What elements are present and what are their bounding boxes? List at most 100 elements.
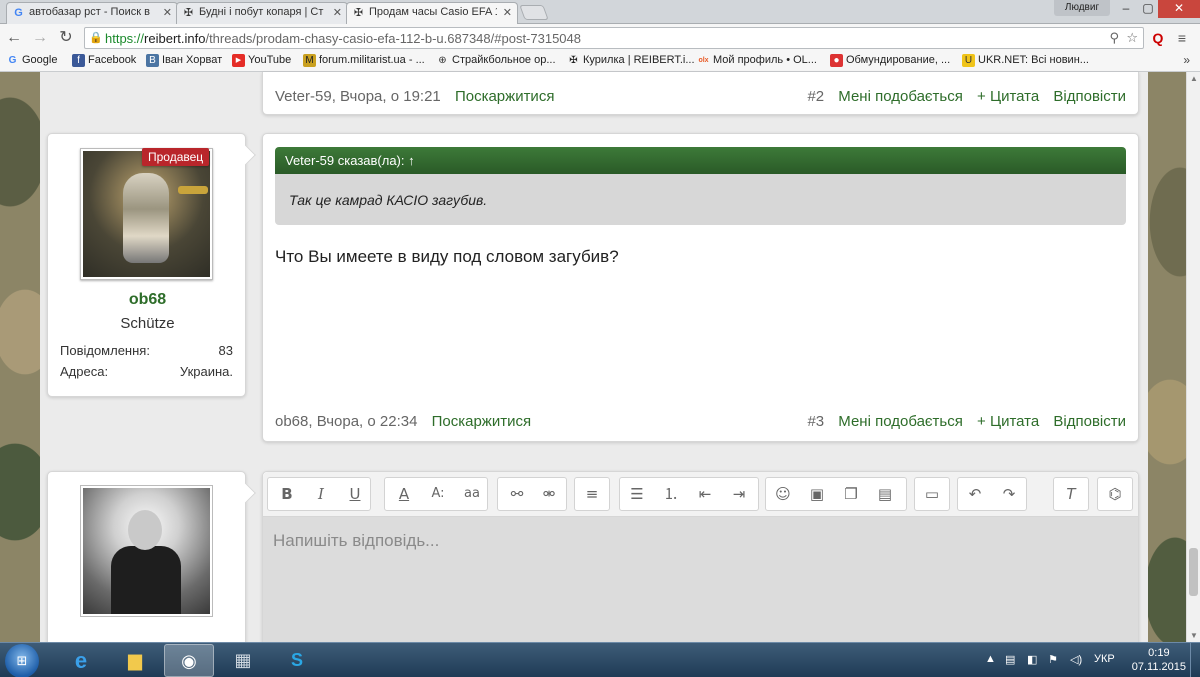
current-user-card <box>47 471 256 651</box>
image-icon[interactable]: ▣ <box>802 478 832 510</box>
reply-link[interactable]: Відповісти <box>1053 88 1126 105</box>
zoom-icon[interactable]: ⚲ <box>1109 30 1119 46</box>
close-icon[interactable]: ✕ <box>163 6 172 19</box>
tab-autobazar[interactable]: G автобазар рст - Поиск в ✕ <box>6 2 178 24</box>
link-icon[interactable]: ⚯ <box>502 478 532 510</box>
username-link[interactable]: ob68 <box>48 291 247 309</box>
report-link[interactable]: Поскаржитися <box>432 413 532 430</box>
bookmark-google[interactable]: G Google <box>6 54 58 66</box>
numbered-list-icon[interactable]: ⒈ <box>656 478 686 510</box>
language-indicator[interactable]: УКР <box>1094 653 1115 665</box>
skype-icon[interactable]: S <box>272 644 322 677</box>
tab-budni[interactable]: ✠ Будні і побут копаря | Ст ✕ <box>176 2 348 24</box>
avatar[interactable] <box>80 485 213 617</box>
bookmark-youtube[interactable]: ▶ YouTube <box>232 54 291 67</box>
calculator-icon[interactable]: ▦ <box>218 644 268 677</box>
flag-icon: ● <box>830 54 843 67</box>
address-bar[interactable]: 🔒 https://reibert.info/threads/prodam-ch… <box>84 27 1144 49</box>
font-size-icon[interactable]: A: <box>423 478 453 510</box>
avatar[interactable] <box>80 148 213 280</box>
post-author-date[interactable]: ob68, Вчора, о 22:34 <box>275 413 417 430</box>
editor-toolbar: B I U A A: aa ⚯ ⚮ ≡ ☰ ⒈ ⇤ ⇥ ☺ ▣ ❐ ▤ ▭ ↶ … <box>263 472 1138 517</box>
scroll-down-icon[interactable]: ▼ <box>1190 631 1198 640</box>
like-link[interactable]: Мені подобається <box>838 88 963 105</box>
quote-link[interactable]: + Цитата <box>977 88 1039 105</box>
start-button[interactable]: ⊞ <box>5 644 39 677</box>
bookmark-olx[interactable]: olx Мой профиль • OL... <box>697 54 817 66</box>
seller-badge: Продавец <box>142 148 210 166</box>
explorer-icon[interactable]: ▆ <box>110 644 160 677</box>
undo-icon[interactable]: ↶ <box>960 478 990 510</box>
like-link[interactable]: Мені подобається <box>838 413 963 430</box>
toggle-bbcode-icon[interactable]: ⌬ <box>1100 478 1130 510</box>
bookmarks-overflow-icon[interactable]: » <box>1183 53 1190 67</box>
post-number[interactable]: #3 <box>807 413 824 430</box>
remove-format-icon[interactable]: T <box>1056 478 1086 510</box>
ie-icon[interactable]: e <box>56 644 106 677</box>
tab-label: автобазар рст - Поиск в <box>29 6 150 18</box>
menu-icon[interactable]: ≡ <box>1172 28 1192 48</box>
reply-link[interactable]: Відповісти <box>1053 413 1126 430</box>
clock[interactable]: 0:19 07.11.2015 <box>1132 646 1186 674</box>
forward-button[interactable]: → <box>30 28 50 48</box>
post-author-date[interactable]: Veter-59, Вчора, о 19:21 <box>275 88 441 105</box>
unlink-icon[interactable]: ⚮ <box>534 478 564 510</box>
stat-value[interactable]: Украина. <box>180 364 233 379</box>
previous-post: Veter-59, Вчора, о 19:21 Поскаржитися #2… <box>262 72 1139 115</box>
google-icon: G <box>14 7 23 19</box>
report-link[interactable]: Поскаржитися <box>455 88 555 105</box>
tray-expand-icon[interactable]: ▲ <box>985 653 996 665</box>
tab-strip: G автобазар рст - Поиск в ✕ ✠ Будні і по… <box>0 0 1200 25</box>
post-number[interactable]: #2 <box>807 88 824 105</box>
redo-icon[interactable]: ↷ <box>994 478 1024 510</box>
outdent-icon[interactable]: ⇤ <box>690 478 720 510</box>
new-tab-button[interactable] <box>519 5 549 20</box>
indent-icon[interactable]: ⇥ <box>724 478 754 510</box>
bookmark-strikeball[interactable]: ⊕ Страйкбольное ор... <box>436 54 555 66</box>
align-icon[interactable]: ≡ <box>577 478 607 510</box>
quote-link[interactable]: + Цитата <box>977 413 1039 430</box>
volume-icon[interactable]: ◁) <box>1070 653 1082 666</box>
network-icon[interactable]: ▤ <box>1005 653 1015 666</box>
page-scrollbar[interactable]: ▲ ▼ <box>1186 72 1200 642</box>
profile-button[interactable]: Людвиг <box>1054 0 1110 16</box>
stat-value[interactable]: 83 <box>219 343 233 358</box>
bookmark-facebook[interactable]: f Facebook <box>72 54 136 67</box>
bookmark-vk[interactable]: B Іван Хорват <box>146 54 222 67</box>
tab-casio[interactable]: ✠ Продам часы Casio EFA 1 ✕ <box>346 2 518 25</box>
post-footer: ob68, Вчора, о 22:34 Поскаржитися #3 Мен… <box>275 413 1126 431</box>
font-family-icon[interactable]: aa <box>457 478 487 510</box>
bold-icon[interactable]: B <box>272 478 302 510</box>
scroll-up-icon[interactable]: ▲ <box>1190 74 1198 83</box>
stat-label: Адреса: <box>60 364 109 379</box>
sound-icon[interactable]: ◧ <box>1027 653 1037 666</box>
show-desktop-button[interactable] <box>1190 643 1200 677</box>
smilie-icon[interactable]: ☺ <box>768 478 798 510</box>
quote-header[interactable]: Veter-59 сказав(ла): ↑ <box>275 147 1126 174</box>
close-icon[interactable]: ✕ <box>333 6 342 19</box>
stat-messages: Повідомлення: 83 <box>60 343 233 358</box>
back-button[interactable]: ← <box>4 28 24 48</box>
code-icon[interactable]: ▤ <box>870 478 900 510</box>
browser-toolbar: ← → ↻ 🔒 https://reibert.info/threads/pro… <box>0 24 1200 51</box>
scroll-thumb[interactable] <box>1189 548 1198 596</box>
italic-icon[interactable]: I <box>306 478 336 510</box>
olx-icon: olx <box>698 57 709 64</box>
bookmark-ukrnet[interactable]: U UKR.NET: Всі новин... <box>962 54 1089 67</box>
underline-icon[interactable]: U <box>340 478 370 510</box>
close-icon[interactable]: ✕ <box>503 6 512 19</box>
bullet-list-icon[interactable]: ☰ <box>622 478 652 510</box>
post-footer: Veter-59, Вчора, о 19:21 Поскаржитися #2… <box>275 88 1126 106</box>
action-center-icon[interactable]: ⚑ <box>1048 653 1058 666</box>
extension-icon[interactable]: Q <box>1148 28 1168 48</box>
text-color-icon[interactable]: A <box>389 478 419 510</box>
star-icon[interactable]: ☆ <box>1126 30 1138 46</box>
bookmark-obmundirovanie[interactable]: ● Обмундирование, ... <box>830 54 950 67</box>
window-close-button[interactable]: ✕ <box>1158 0 1200 18</box>
media-icon[interactable]: ❐ <box>836 478 866 510</box>
chrome-icon[interactable]: ◉ <box>164 644 214 677</box>
save-draft-icon[interactable]: ▭ <box>917 478 947 510</box>
bookmark-kurilka[interactable]: ✠ Курилка | REIBERT.i... <box>567 54 694 66</box>
reload-button[interactable]: ↻ <box>56 28 76 48</box>
bookmark-militarist[interactable]: Mforum.militarist.ua - ... <box>303 54 425 67</box>
